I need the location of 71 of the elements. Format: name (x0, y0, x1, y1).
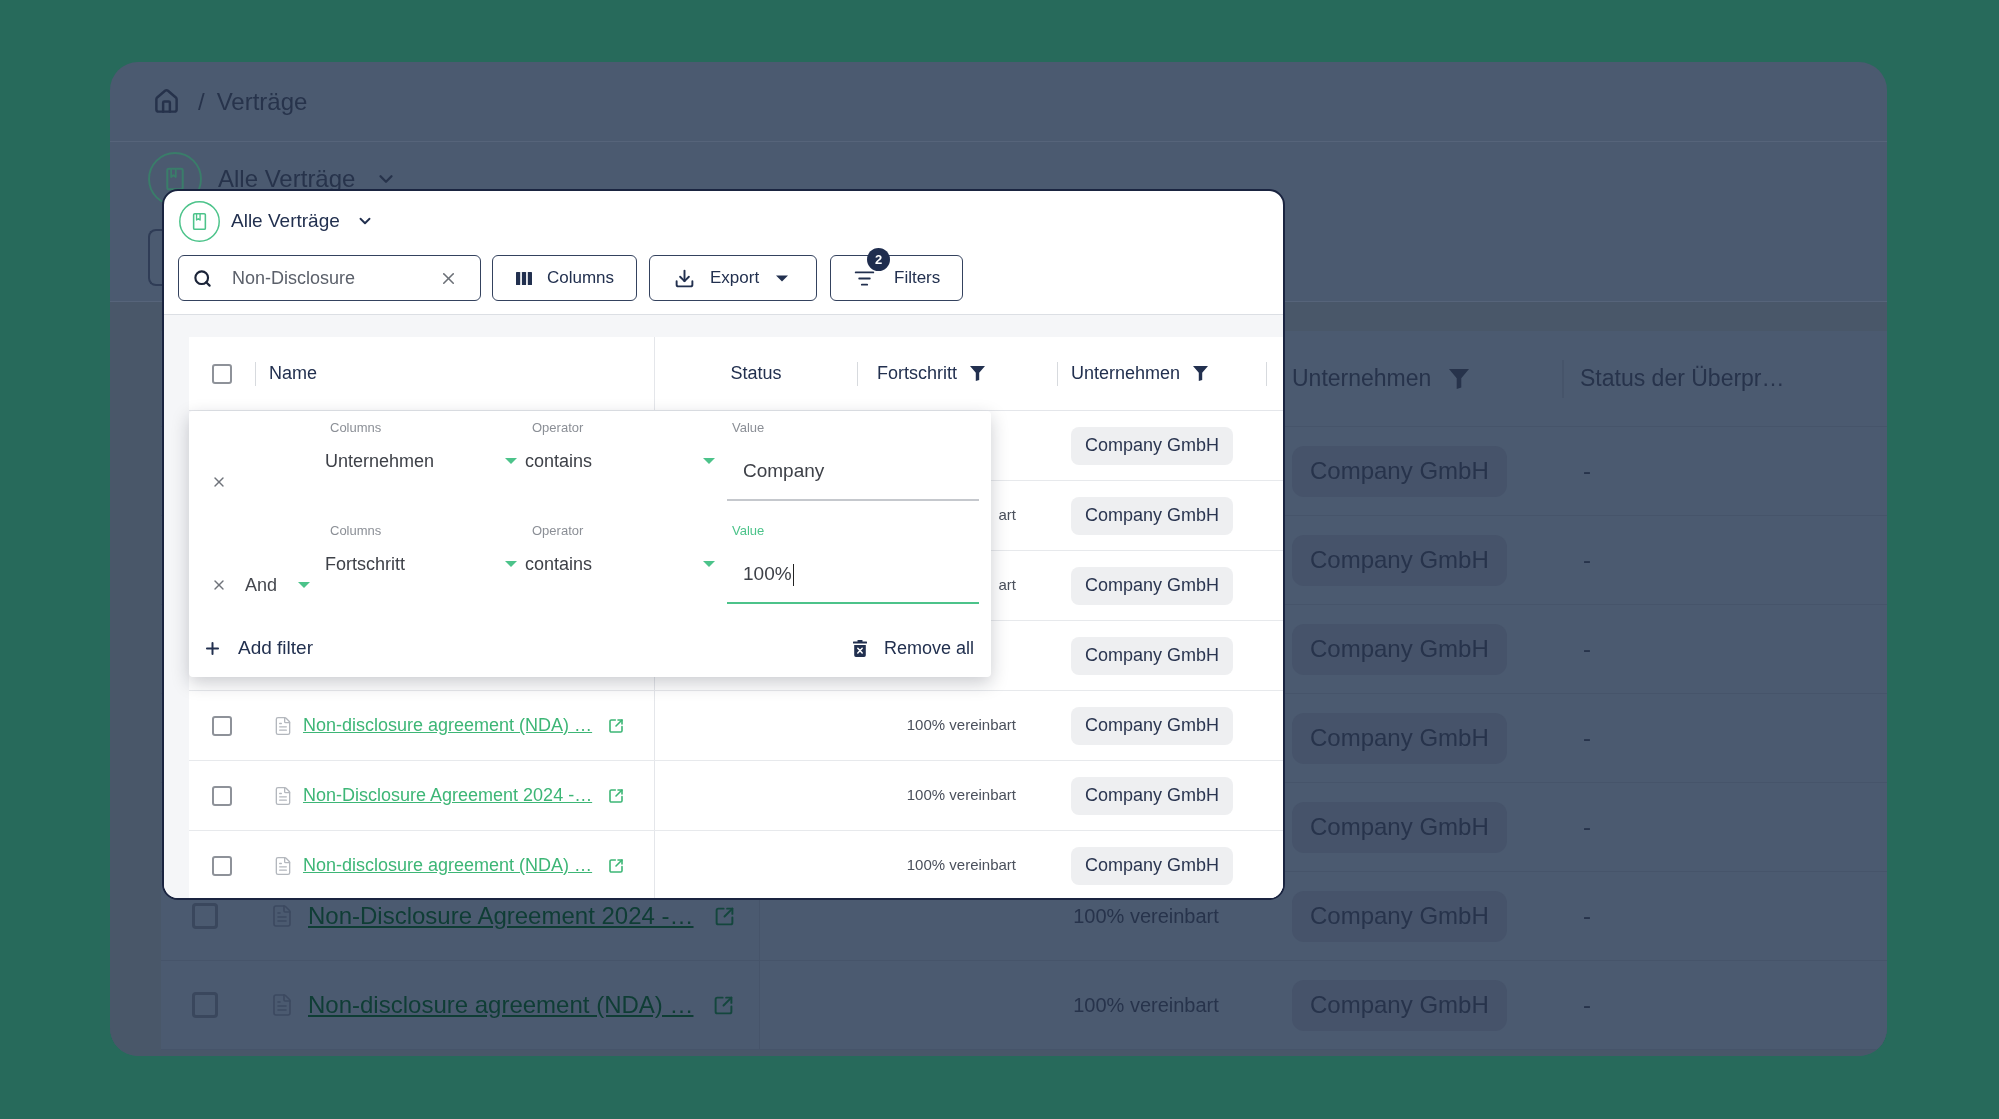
caret-down-icon (776, 274, 789, 282)
document-icon (273, 855, 293, 876)
caret-down-icon (703, 561, 715, 567)
column-header: Status (730, 362, 782, 385)
value-field[interactable]: Company (727, 444, 979, 501)
text-cursor (792, 563, 795, 586)
view-selector[interactable]: Alle Verträge (178, 200, 374, 242)
column-header: Fortschritt (877, 362, 957, 385)
export-button[interactable]: Export (649, 255, 817, 301)
operator-select[interactable]: contains (525, 450, 715, 472)
external-link-icon[interactable] (713, 994, 735, 1016)
document-icon (273, 715, 293, 736)
status-text: - (1583, 457, 1591, 484)
count-badge: 2 (867, 248, 890, 271)
funnel-icon[interactable] (1193, 366, 1209, 381)
remove-all-button[interactable]: Remove all (852, 634, 974, 662)
status-text: - (1583, 902, 1591, 929)
checkbox[interactable] (212, 715, 232, 736)
caret-down-icon (505, 458, 517, 464)
checkbox[interactable] (212, 363, 232, 384)
search-icon (193, 268, 212, 288)
funnel-icon[interactable] (970, 366, 985, 381)
status-text: - (1583, 991, 1591, 1018)
external-link-icon[interactable] (608, 787, 625, 804)
field-label: Columns (329, 420, 382, 436)
caret-down-icon (298, 582, 311, 588)
trash-icon (852, 639, 867, 657)
company-tag: Company GmbH (1071, 846, 1234, 885)
caret-down-icon (505, 561, 517, 567)
company-tag: Company GmbH (1071, 776, 1234, 815)
field-label: Columns (329, 523, 382, 539)
column-header: Name (269, 362, 317, 385)
column-select[interactable]: Unternehmen (325, 450, 517, 472)
operator-select[interactable]: contains (525, 553, 715, 575)
checkbox[interactable] (212, 855, 232, 876)
checkbox[interactable] (212, 785, 232, 806)
progress-text: art (998, 575, 1016, 596)
logic-select[interactable]: And (245, 571, 311, 599)
company-tag: Company GmbH (1071, 496, 1234, 535)
status-text: - (1583, 546, 1591, 573)
progress-text: 100% vereinbart (906, 715, 1016, 736)
status-text: - (1583, 724, 1591, 751)
company-tag: Company GmbH (1071, 426, 1234, 465)
home-icon[interactable] (153, 88, 180, 115)
column-select[interactable]: Fortschritt (325, 553, 517, 575)
caret-down-icon (703, 458, 715, 464)
status-text: - (1583, 635, 1591, 662)
external-link-icon[interactable] (608, 717, 625, 734)
columns-icon (516, 271, 532, 285)
field-label: Value (731, 420, 765, 436)
document-icon (273, 785, 293, 806)
download-icon (674, 267, 695, 289)
field-label: Operator (531, 523, 584, 539)
progress-text: 100% vereinbart (906, 855, 1016, 876)
search-field[interactable]: Non-Disclosure (178, 255, 481, 301)
value-field[interactable]: 100% (727, 547, 979, 604)
add-filter-button[interactable]: Add filter (203, 633, 313, 663)
external-link-icon[interactable] (608, 857, 625, 874)
company-tag: Company GmbH (1071, 636, 1234, 675)
status-text: - (1583, 813, 1591, 840)
book-icon (179, 200, 220, 242)
progress-text: 100% vereinbart (906, 785, 1016, 806)
field-label: Value (731, 523, 765, 539)
columns-button[interactable]: Columns (492, 255, 637, 301)
external-link-icon[interactable] (713, 905, 735, 927)
field-label: Operator (531, 420, 584, 436)
progress-text: art (998, 505, 1016, 526)
company-tag: Company GmbH (1071, 706, 1234, 745)
breadcrumb-separator: / (198, 86, 205, 117)
column-header: Unternehmen (1071, 362, 1181, 385)
company-tag: Company GmbH (1071, 566, 1234, 605)
